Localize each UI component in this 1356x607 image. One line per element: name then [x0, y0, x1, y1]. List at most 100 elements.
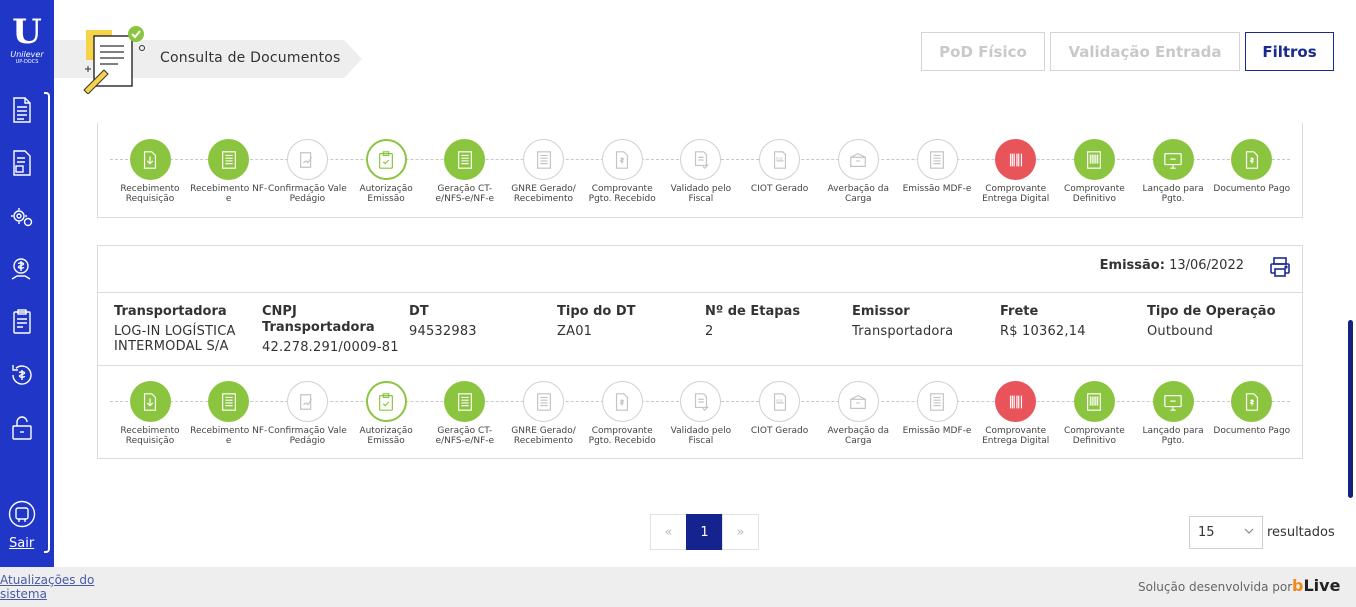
status-step: Validado pelo Fiscal [661, 381, 741, 446]
page-title: Consulta de Documentos [160, 50, 341, 66]
sign-doc-icon [286, 139, 328, 180]
status-step-label: GNRE Gerado/ Recebimento [511, 426, 576, 446]
invoice-icon [208, 139, 250, 180]
sidebar: U Unilever UP-DOCS Sair [0, 0, 54, 567]
status-step: Validado pelo Fiscal [661, 139, 741, 204]
status-step-label: Emissão MDF-e [902, 426, 972, 436]
status-step: GNRE Gerado/ Recebimento [504, 381, 584, 446]
status-step: Lançado para Pgto. [1133, 381, 1213, 446]
status-step-label: Confirmação Vale Pedágio [267, 426, 347, 446]
invoice-icon [916, 139, 958, 180]
info-field-header: Tipo do DT [557, 304, 636, 319]
info-field: Nº de Etapas 2 [705, 304, 855, 339]
emissao-value: 13/06/2022 [1169, 258, 1244, 273]
status-step-label: Averbação da Carga [827, 426, 890, 446]
status-step-label: Documento Pago [1213, 184, 1291, 194]
logo-sub: UP-DOCS [15, 59, 39, 65]
status-step: Confirmação Vale Pedágio [267, 139, 347, 204]
updates-link[interactable]: Atualizações do sistema [0, 573, 110, 601]
info-field: Tipo de Operação Outbound [1147, 304, 1297, 339]
status-step-label: Comprovante Definitivo [1063, 426, 1125, 446]
solution-credit: Solução desenvolvida por [1138, 580, 1293, 594]
info-field-header: Emissor [852, 304, 910, 319]
status-step-label: Averbação da Carga [827, 184, 890, 204]
info-field-value: Outbound [1147, 324, 1214, 339]
invoice-icon [916, 381, 958, 422]
page-1-button[interactable]: 1 [686, 514, 723, 550]
status-step-label: Comprovante Entrega Digital [982, 426, 1050, 446]
status-step-label: Recebimento NF-e [190, 184, 268, 204]
status-step: Comprovante Entrega Digital [976, 381, 1056, 446]
status-step: Recebimento NF-e [189, 139, 269, 204]
status-step-label: Autorização Emissão [359, 184, 413, 204]
validacao-entrada-button[interactable]: Validação Entrada [1050, 32, 1240, 71]
per-page-value: 15 [1198, 525, 1215, 540]
info-field-value: Transportadora [852, 324, 954, 339]
status-step: Averbação da Carga [818, 381, 898, 446]
barcode-icon [995, 139, 1037, 180]
document-card: Recebimento Requisição Recebimento NF-e Co… [97, 123, 1303, 218]
refund-icon[interactable] [9, 360, 35, 390]
filtros-button[interactable]: Filtros [1245, 32, 1334, 71]
status-step: Emissão MDF-e [897, 381, 977, 436]
status-tracker: Recebimento Requisição Recebimento NF-e Co… [110, 381, 1290, 461]
next-page-button[interactable]: » [722, 514, 759, 550]
info-field-header: Nº de Etapas [705, 304, 801, 319]
emissao-date: Emissão: 13/06/2022 [1100, 258, 1244, 273]
status-step: Recebimento Requisição [110, 381, 190, 446]
emissao-label: Emissão: [1099, 258, 1165, 273]
money-hand-icon[interactable] [9, 254, 35, 284]
pdf-icon: PDF [759, 381, 801, 422]
status-step: PDF CIOT Gerado [740, 139, 820, 194]
logout-icon[interactable] [8, 500, 36, 528]
download-doc-icon [129, 139, 171, 180]
status-step-label: Comprovante Pgto. Recebido [588, 426, 656, 446]
status-step-label: Recebimento Requisição [120, 184, 180, 204]
chevron-down-icon [1244, 528, 1254, 534]
info-field: Emissor Transportadora [852, 304, 1002, 339]
scrollbar-thumb[interactable] [1348, 320, 1353, 498]
pdf-icon: PDF [759, 139, 801, 180]
clipboard-check-icon [365, 139, 407, 180]
unlock-icon[interactable] [9, 413, 35, 443]
logo-letter: U [12, 12, 42, 52]
print-icon[interactable] [1269, 256, 1291, 278]
info-field: Tipo do DT ZA01 [557, 304, 707, 339]
status-step: PDF CIOT Gerado [740, 381, 820, 436]
status-step: Autorização Emissão [346, 381, 426, 446]
info-field-value: 42.278.291/0009-81 [262, 340, 399, 355]
info-field-header: Frete [1000, 304, 1039, 319]
status-step: Geração CT-e/NFS-e/NF-e [425, 381, 505, 446]
pagination: « 1 » [650, 514, 759, 550]
info-field-header: CNPJ Transportadora [262, 304, 375, 335]
documents-icon[interactable] [9, 95, 35, 125]
status-step: Confirmação Vale Pedágio [267, 381, 347, 446]
doc-check-icon [680, 381, 722, 422]
per-page-select[interactable]: 15 [1189, 516, 1263, 549]
settings-gears-icon[interactable] [9, 201, 35, 231]
barcode-doc-icon [1073, 139, 1115, 180]
monitor-icon [1152, 139, 1194, 180]
monitor-icon [1152, 381, 1194, 422]
document-list-icon[interactable] [9, 148, 35, 178]
status-step: Documento Pago [1212, 139, 1292, 194]
clipboard-icon[interactable] [9, 307, 35, 337]
prev-page-button[interactable]: « [650, 514, 687, 550]
barcode-doc-icon [1073, 381, 1115, 422]
money-doc-icon [601, 139, 643, 180]
info-field-header: Transportadora [114, 304, 227, 319]
footer: Atualizações do sistema Solução desenvol… [0, 567, 1356, 607]
box-icon [837, 139, 879, 180]
status-step-label: CIOT Gerado [750, 184, 809, 194]
info-field-value: 2 [705, 324, 714, 339]
pod-fisico-button[interactable]: PoD Físico [921, 32, 1045, 71]
invoice-icon [444, 381, 486, 422]
status-step-label: Comprovante Entrega Digital [982, 184, 1050, 204]
status-step: Geração CT-e/NFS-e/NF-e [425, 139, 505, 204]
invoice-icon [523, 381, 564, 422]
status-step-label: Lançado para Pgto. [1142, 426, 1204, 446]
status-step: Comprovante Definitivo [1054, 139, 1134, 204]
logout-link[interactable]: Sair [9, 536, 34, 551]
unilever-logo[interactable]: U Unilever UP-DOCS [4, 14, 50, 72]
status-step-label: Emissão MDF-e [902, 184, 972, 194]
